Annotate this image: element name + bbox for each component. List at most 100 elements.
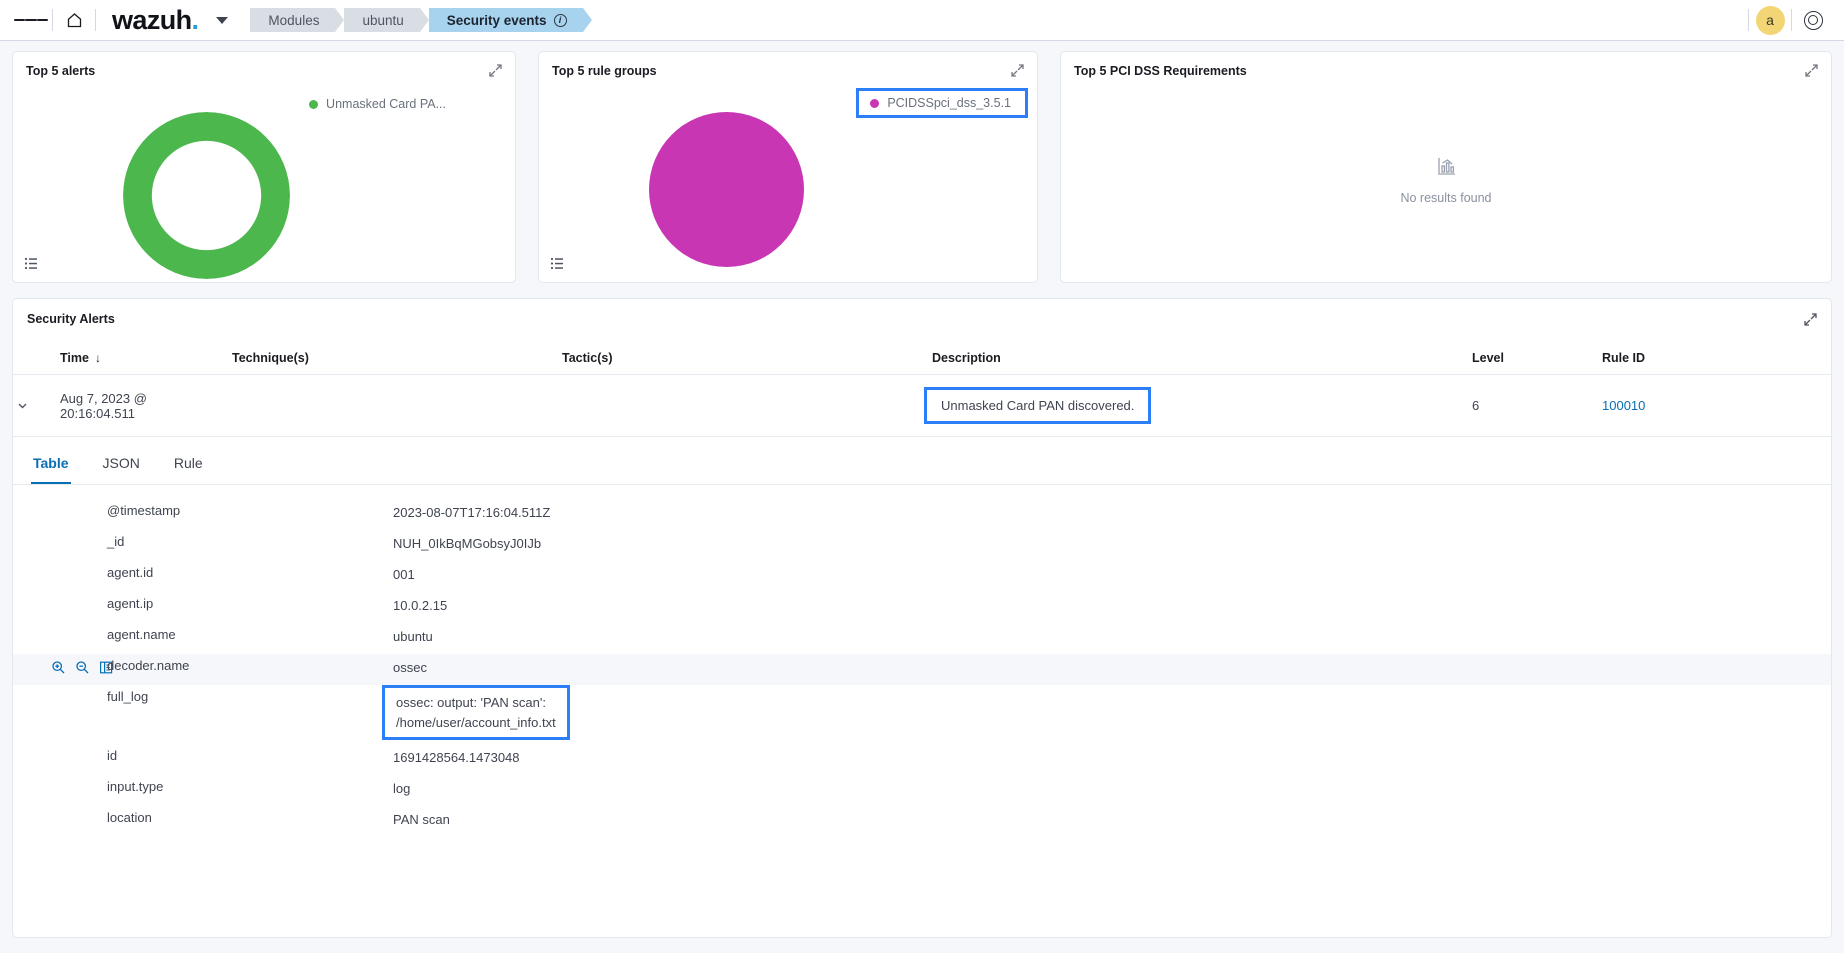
- field-value: ubuntu: [393, 629, 433, 644]
- field-name: _id: [107, 534, 125, 549]
- nav-divider: [52, 9, 53, 31]
- column-label: Level: [1472, 351, 1504, 365]
- field-name: input.type: [107, 779, 164, 794]
- tab-label: Table: [33, 455, 69, 471]
- field-value-container: ossec: output: 'PAN scan': /home/user/ac…: [382, 685, 570, 740]
- time-line-1: Aug 7, 2023 @: [60, 390, 147, 406]
- field-actions: [13, 658, 113, 675]
- cell-tactics: [562, 374, 932, 437]
- chevron-down-icon[interactable]: [13, 397, 31, 415]
- column-header-description[interactable]: Description: [932, 343, 1472, 375]
- hamburger-menu-icon[interactable]: [14, 3, 48, 37]
- tab-json[interactable]: JSON: [101, 441, 142, 484]
- avatar[interactable]: a: [1753, 3, 1787, 37]
- field-actions: [13, 689, 107, 691]
- filter-for-value-icon[interactable]: [51, 660, 66, 675]
- expand-icon[interactable]: [1804, 63, 1819, 78]
- field-actions: [13, 503, 107, 505]
- field-row-agent-ip[interactable]: agent.ip 10.0.2.15: [13, 592, 1831, 623]
- panel-title: Top 5 alerts: [26, 64, 96, 78]
- panel-top-5-rule-groups: Top 5 rule groups PCIDSSpci_dss_3.5.1: [538, 51, 1038, 283]
- legend-label: PCIDSSpci_dss_3.5.1: [887, 96, 1011, 110]
- nav-divider: [1791, 9, 1792, 31]
- field-row-full-log[interactable]: full_log ossec: output: 'PAN scan': /hom…: [13, 685, 1831, 744]
- column-header-tactics[interactable]: Tactic(s): [562, 343, 932, 375]
- breadcrumb-label: Modules: [268, 12, 320, 28]
- tab-label: JSON: [102, 455, 140, 471]
- panel-title: Top 5 rule groups: [552, 64, 657, 78]
- column-label: Description: [932, 351, 1001, 365]
- table-row[interactable]: Aug 7, 2023 @ 20:16:04.511 Unmasked Card…: [13, 374, 1831, 437]
- expand-icon[interactable]: [1010, 63, 1025, 78]
- topnav-right-group: a: [1744, 3, 1830, 37]
- lifebuoy-icon[interactable]: [1796, 3, 1830, 37]
- legend-list-icon[interactable]: [21, 253, 42, 274]
- field-value: 1691428564.1473048: [393, 750, 520, 765]
- chevron-down-icon[interactable]: [216, 16, 229, 24]
- rule-id-link[interactable]: 100010: [1602, 398, 1645, 413]
- full-log-line-1: ossec: output: 'PAN scan':: [396, 695, 546, 710]
- tab-rule[interactable]: Rule: [172, 441, 205, 484]
- field-value: NUH_0IkBqMGobsyJ0IJb: [393, 536, 542, 551]
- column-header-techniques[interactable]: Technique(s): [232, 343, 562, 375]
- field-actions: [13, 596, 107, 598]
- breadcrumb-item-modules[interactable]: Modules: [250, 8, 345, 32]
- donut-chart[interactable]: [123, 112, 290, 279]
- column-header-time[interactable]: Time ↓: [60, 343, 232, 375]
- cell-description: Unmasked Card PAN discovered.: [924, 374, 1472, 437]
- description-highlight: Unmasked Card PAN discovered.: [924, 387, 1152, 424]
- field-row-location[interactable]: location PAN scan: [13, 806, 1831, 837]
- field-value: log: [393, 781, 411, 796]
- top-navigation-bar: wazuh. Modules ubuntu Security events i …: [0, 0, 1844, 41]
- wazuh-logo[interactable]: wazuh.: [112, 4, 199, 35]
- security-alerts-table: Time ↓ Technique(s) Tactic(s) Description…: [13, 343, 1831, 437]
- home-icon[interactable]: [57, 3, 91, 37]
- column-header-level[interactable]: Level: [1472, 343, 1602, 375]
- logo-dot: .: [191, 4, 199, 35]
- field-actions: [13, 748, 107, 750]
- legend-label: Unmasked Card PA...: [326, 97, 446, 111]
- detail-tabs: Table JSON Rule: [13, 441, 1831, 485]
- breadcrumb: Modules ubuntu Security events i: [250, 8, 592, 32]
- full-log-line-2: /home/user/account_info.txt: [396, 714, 556, 730]
- info-icon[interactable]: i: [553, 13, 567, 27]
- breadcrumb-item-security-events[interactable]: Security events i: [428, 8, 592, 32]
- field-row-agent-name[interactable]: agent.name ubuntu: [13, 623, 1831, 654]
- legend-item-pcidss[interactable]: PCIDSSpci_dss_3.5.1: [856, 88, 1028, 118]
- field-actions: [13, 565, 107, 567]
- table-header-row: Time ↓ Technique(s) Tactic(s) Description…: [13, 343, 1831, 375]
- field-row-id-value[interactable]: id 1691428564.1473048: [13, 744, 1831, 775]
- field-actions: [13, 627, 107, 629]
- column-header-rule-id[interactable]: Rule ID: [1602, 343, 1831, 375]
- field-name: full_log: [107, 689, 149, 704]
- expand-icon[interactable]: [1803, 312, 1818, 327]
- field-name: id: [107, 748, 118, 763]
- field-value: 001: [393, 567, 415, 582]
- field-actions: [13, 779, 107, 781]
- breadcrumb-item-ubuntu[interactable]: ubuntu: [344, 8, 430, 32]
- column-header-expand: [13, 343, 60, 375]
- cell-techniques: [232, 374, 562, 437]
- security-alerts-title: Security Alerts: [27, 312, 115, 326]
- legend-item-unmasked-card-pan[interactable]: Unmasked Card PA...: [309, 97, 446, 111]
- field-name: agent.ip: [107, 596, 154, 611]
- field-name: agent.name: [107, 627, 176, 642]
- field-value: PAN scan: [393, 812, 450, 827]
- empty-state: No results found: [1061, 156, 1831, 205]
- panel-title: Top 5 PCI DSS Requirements: [1074, 64, 1247, 78]
- empty-state-label: No results found: [1400, 191, 1492, 205]
- expand-icon[interactable]: [488, 63, 503, 78]
- field-row-id[interactable]: _id NUH_0IkBqMGobsyJ0IJb: [13, 530, 1831, 561]
- tab-table[interactable]: Table: [31, 441, 71, 484]
- field-row-decoder-name[interactable]: decoder.name ossec: [13, 654, 1831, 685]
- sort-descending-icon[interactable]: ↓: [95, 351, 101, 365]
- field-row-timestamp[interactable]: @timestamp 2023-08-07T17:16:04.511Z: [13, 499, 1831, 530]
- pie-chart[interactable]: [649, 112, 804, 267]
- filter-out-value-icon[interactable]: [75, 660, 90, 675]
- breadcrumb-label: Security events: [446, 12, 547, 28]
- legend-list-icon[interactable]: [547, 253, 568, 274]
- field-row-agent-id[interactable]: agent.id 001: [13, 561, 1831, 592]
- field-row-input-type[interactable]: input.type log: [13, 775, 1831, 806]
- row-expand-cell[interactable]: [13, 374, 60, 437]
- column-label: Technique(s): [232, 351, 309, 365]
